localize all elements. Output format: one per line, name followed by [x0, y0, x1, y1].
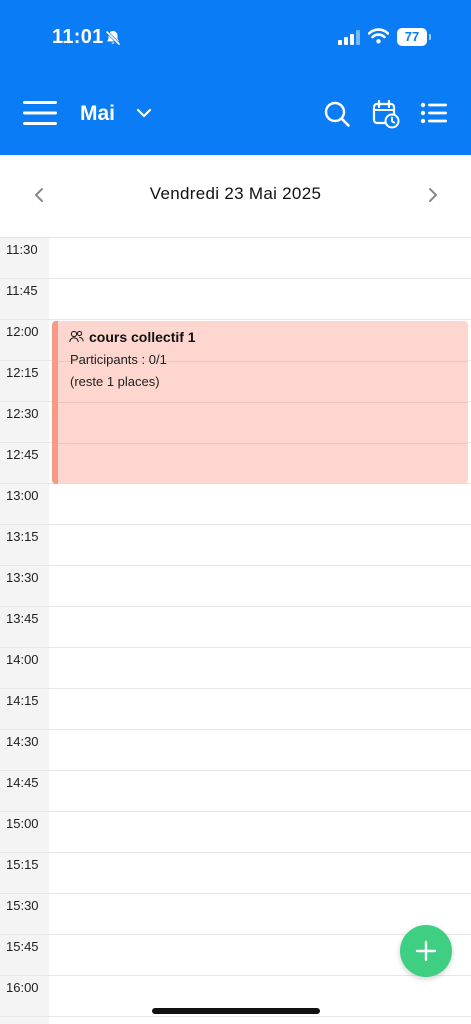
time-slot-label: 14:30	[6, 734, 39, 749]
menu-icon[interactable]	[22, 100, 58, 126]
time-slot[interactable]: 14:00	[0, 647, 471, 688]
calendar-clock-icon[interactable]	[372, 99, 400, 134]
status-time: 11:01	[52, 26, 104, 48]
time-slot-label: 12:00	[6, 324, 39, 339]
time-slot-label: 12:45	[6, 447, 39, 462]
time-slot[interactable]: 14:30	[0, 729, 471, 770]
time-slot-label: 13:00	[6, 488, 39, 503]
app-header: 11:01 77 Mai	[0, 0, 471, 155]
time-slot[interactable]: 15:15	[0, 852, 471, 893]
event-card[interactable]: cours collectif 1 Participants : 0/1 (re…	[52, 321, 468, 484]
time-slot-label: 14:15	[6, 693, 39, 708]
home-indicator	[152, 1008, 320, 1014]
event-participants: Participants : 0/1	[70, 352, 167, 367]
plus-icon	[400, 940, 452, 981]
month-title[interactable]: Mai	[80, 102, 115, 126]
battery-indicator: 77	[397, 28, 427, 46]
day-grid[interactable]: 11:30 11:45 12:00 12:15 12:30 12:45 13:00 13:15…	[0, 237, 471, 1024]
signal-icon	[338, 30, 360, 50]
time-slot[interactable]: 13:45	[0, 606, 471, 647]
time-slot[interactable]: 13:15	[0, 524, 471, 565]
time-slot[interactable]: 16:15	[0, 1016, 471, 1024]
time-slot-label: 12:30	[6, 406, 39, 421]
event-title: cours collectif 1	[89, 329, 196, 345]
wifi-icon	[367, 28, 390, 49]
time-slot-label: 11:45	[6, 283, 38, 298]
time-slot[interactable]: 15:00	[0, 811, 471, 852]
time-slot-label: 14:00	[6, 652, 39, 667]
group-icon	[69, 330, 84, 348]
bell-slash-icon	[104, 29, 122, 52]
time-slot[interactable]: 13:30	[0, 565, 471, 606]
event-remaining: (reste 1 places)	[70, 374, 160, 389]
time-slot-label: 16:00	[6, 980, 39, 995]
time-slot[interactable]: 14:45	[0, 770, 471, 811]
chevron-right-icon[interactable]	[423, 183, 443, 207]
time-slot[interactable]: 13:00	[0, 483, 471, 524]
search-icon[interactable]	[323, 100, 351, 133]
time-slot-label: 13:45	[6, 611, 39, 626]
time-slot[interactable]: 11:30	[0, 237, 471, 278]
time-slot-label: 15:00	[6, 816, 39, 831]
time-slot-label: 13:15	[6, 529, 39, 544]
date-title: Vendredi 23 Mai 2025	[149, 184, 322, 203]
time-slot-label: 13:30	[6, 570, 39, 585]
time-slot[interactable]: 14:15	[0, 688, 471, 729]
time-slot-label: 15:45	[6, 939, 39, 954]
chevron-down-icon[interactable]	[136, 106, 152, 125]
add-event-button[interactable]	[400, 925, 452, 977]
time-slot-label: 15:30	[6, 898, 39, 913]
time-slot-label: 15:15	[6, 857, 39, 872]
battery-tip	[429, 34, 431, 40]
time-slot-label: 12:15	[6, 365, 39, 380]
time-slot-label: 11:30	[6, 242, 38, 257]
time-slot[interactable]: 11:45	[0, 278, 471, 319]
list-icon[interactable]	[420, 102, 448, 129]
time-slot-label: 14:45	[6, 775, 39, 790]
